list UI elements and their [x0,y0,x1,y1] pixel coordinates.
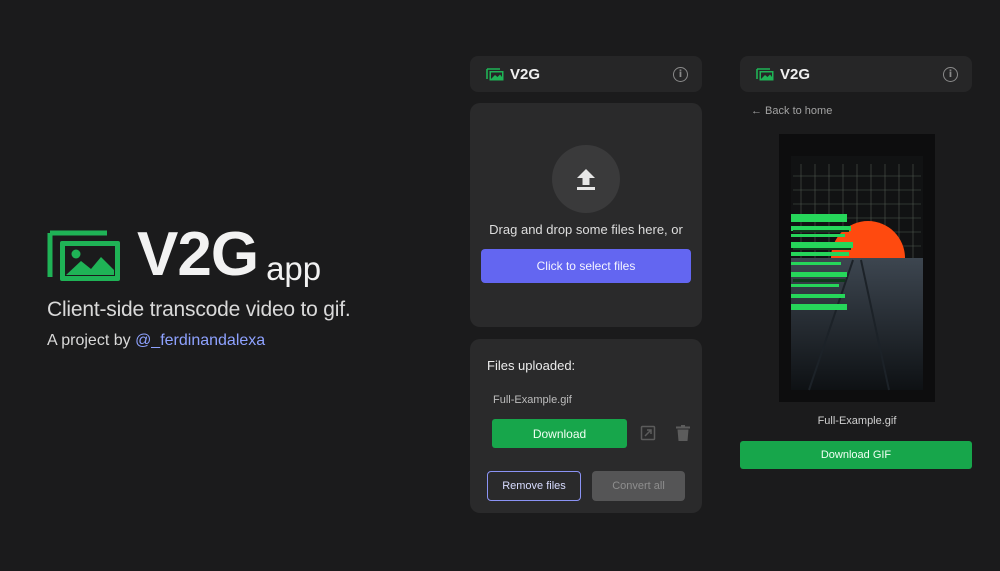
result-header: V2G i [740,56,972,92]
hero-logo-row: V2G app [47,220,427,289]
gif-preview [779,134,935,402]
brand[interactable]: V2G [486,66,540,83]
hero-credit: A project by @_ferdinandalexa [47,332,427,350]
hero-title-suffix: app [266,250,322,287]
remove-files-button[interactable]: Remove files [487,471,581,501]
image-stack-icon [756,67,774,80]
convert-all-button[interactable]: Convert all [592,471,685,501]
info-icon[interactable]: i [673,66,688,82]
hero: V2G app Client-side transcode video to g… [47,224,427,350]
files-title: Files uploaded: [487,358,576,373]
gif-file-name: Full-Example.gif [817,415,897,427]
back-to-home-link[interactable]: ← Back to home [751,105,832,117]
download-gif-button[interactable]: Download GIF [740,441,972,469]
trash-icon[interactable] [676,425,690,441]
drag-drop-text: Drag and drop some files here, or [489,222,683,237]
hero-title: V2G [137,220,259,289]
hero-tagline: Client-side transcode video to gif. [47,298,351,321]
author-link[interactable]: @_ferdinandalexa [135,332,265,349]
info-icon[interactable]: i [943,66,958,82]
brand-name: V2G [780,65,811,83]
select-files-button[interactable]: Click to select files [481,249,691,283]
upload-arrow-icon [552,145,620,213]
files-panel: Files uploaded: Full-Example.gif Downloa… [470,339,702,513]
image-stack-icon [47,229,123,283]
upload-dropzone[interactable]: Drag and drop some files here, or Click … [470,103,702,327]
credit-prefix: A project by [47,332,131,349]
file-name: Full-Example.gif [493,394,572,406]
open-external-icon[interactable] [640,425,656,441]
app-header: V2G i [470,56,702,92]
download-button[interactable]: Download [492,419,627,448]
brand-name: V2G [510,65,541,83]
brand[interactable]: V2G [756,66,810,83]
image-stack-icon [486,67,504,80]
